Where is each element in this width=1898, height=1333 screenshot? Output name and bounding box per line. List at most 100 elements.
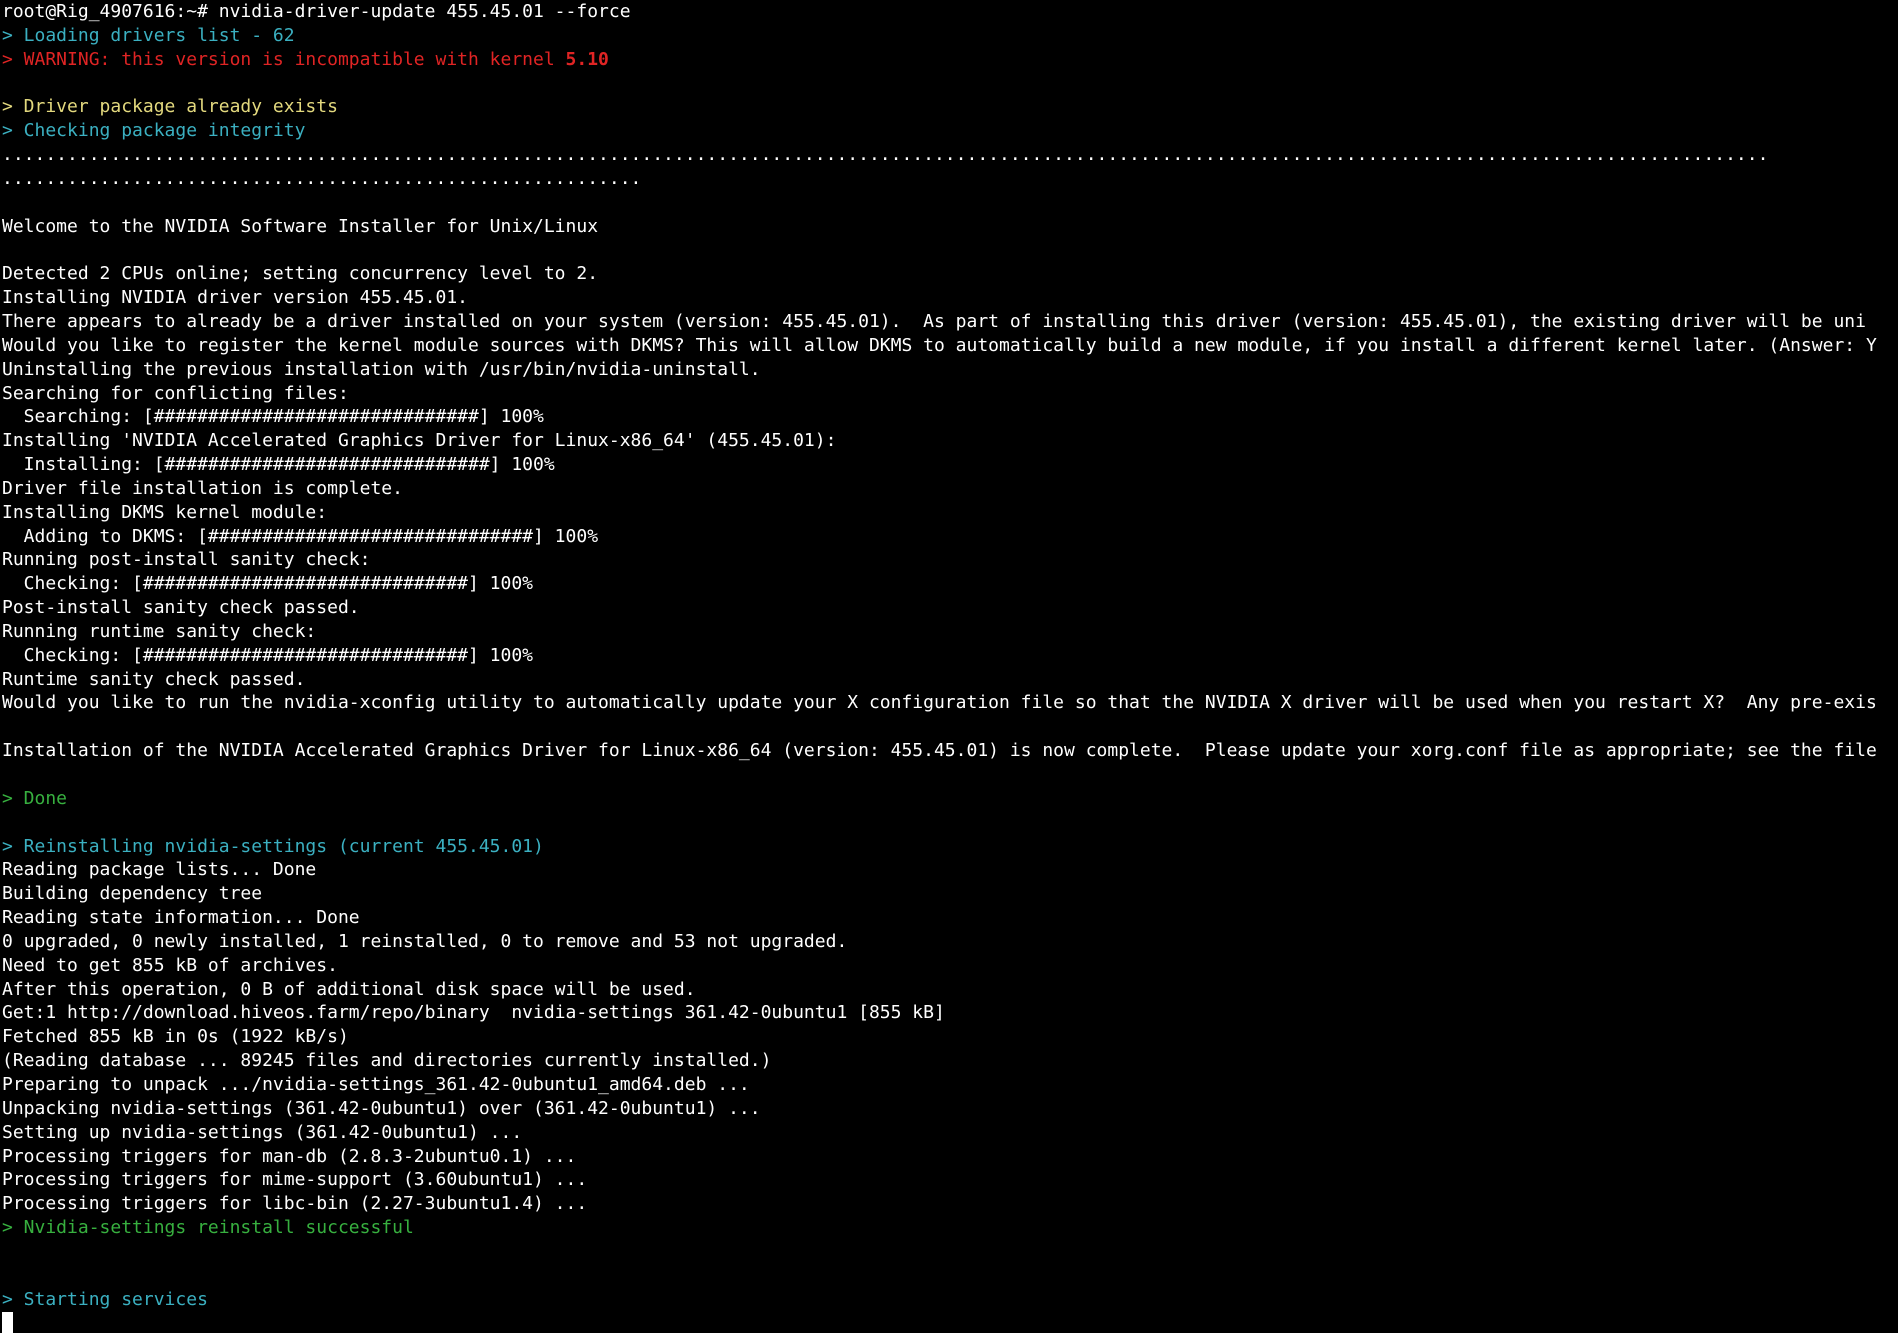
terminal-line: Adding to DKMS: [#######################… <box>2 525 1898 549</box>
terminal-text: ........................................… <box>2 167 642 189</box>
terminal-text: Reading package lists... Done <box>2 859 317 881</box>
terminal-text: 0 upgraded, 0 newly installed, 1 reinsta… <box>2 930 848 952</box>
terminal-text: Driver file installation is complete. <box>2 477 403 499</box>
terminal-line: ........................................… <box>2 167 1898 191</box>
terminal-text: Checking: [#############################… <box>2 573 534 595</box>
terminal-text: Installing 'NVIDIA Accelerated Graphics … <box>2 430 837 452</box>
terminal-text: Would you like to register the kernel mo… <box>2 334 1877 356</box>
terminal-prompt-line[interactable] <box>2 1311 1898 1333</box>
terminal-line: Get:1 http://download.hiveos.farm/repo/b… <box>2 1001 1898 1025</box>
terminal-text: > Reinstalling nvidia-settings (current … <box>2 835 544 857</box>
terminal-text: Processing triggers for man-db (2.8.3-2u… <box>2 1145 577 1167</box>
terminal-text: root@Rig_4907616:~# nvidia-driver-update… <box>2 1 631 22</box>
terminal-text: Post-install sanity check passed. <box>2 597 360 619</box>
terminal-text: Detected 2 CPUs online; setting concurre… <box>2 263 599 285</box>
terminal-text: 5.10 <box>565 48 609 70</box>
terminal-output: root@Rig_4907616:~# nvidia-driver-update… <box>2 0 1898 1311</box>
terminal-line: Reading package lists... Done <box>2 858 1898 882</box>
terminal-line: > Starting services <box>2 1288 1898 1312</box>
terminal-line: Would you like to register the kernel mo… <box>2 334 1898 358</box>
terminal-text: Unpacking nvidia-settings (361.42-0ubunt… <box>2 1097 761 1119</box>
terminal-line: Searching: [############################… <box>2 405 1898 429</box>
terminal-line: Preparing to unpack .../nvidia-settings_… <box>2 1073 1898 1097</box>
terminal-line: Checking: [#############################… <box>2 644 1898 668</box>
terminal-text: Building dependency tree <box>2 883 263 905</box>
terminal-text: (Reading database ... 89245 files and di… <box>2 1050 772 1072</box>
terminal-text: Searching: [############################… <box>2 406 544 428</box>
terminal-text: > WARNING: this version is incompatible … <box>2 48 566 70</box>
terminal-text: Checking: [#############################… <box>2 644 534 666</box>
terminal-text: > Checking package integrity <box>2 120 306 142</box>
terminal-line: Installing 'NVIDIA Accelerated Graphics … <box>2 429 1898 453</box>
terminal-line: Unpacking nvidia-settings (361.42-0ubunt… <box>2 1097 1898 1121</box>
terminal-text: Would you like to run the nvidia-xconfig… <box>2 692 1877 714</box>
terminal-line: > Nvidia-settings reinstall successful <box>2 1216 1898 1240</box>
terminal-text: > Starting services <box>2 1288 208 1310</box>
terminal-text: Get:1 http://download.hiveos.farm/repo/b… <box>2 1002 945 1024</box>
terminal-text: Processing triggers for libc-bin (2.27-3… <box>2 1193 588 1215</box>
terminal-text: Welcome to the NVIDIA Software Installer… <box>2 215 599 237</box>
terminal-text: Reading state information... Done <box>2 907 360 929</box>
terminal-text: Runtime sanity check passed. <box>2 668 306 690</box>
terminal-text: Running post-install sanity check: <box>2 549 371 571</box>
terminal-text: > Nvidia-settings reinstall successful <box>2 1217 414 1239</box>
terminal-line: After this operation, 0 B of additional … <box>2 978 1898 1002</box>
terminal-line: Installing: [###########################… <box>2 453 1898 477</box>
terminal-line: Installation of the NVIDIA Accelerated G… <box>2 739 1898 763</box>
terminal-line: Uninstalling the previous installation w… <box>2 358 1898 382</box>
terminal-line: Setting up nvidia-settings (361.42-0ubun… <box>2 1121 1898 1145</box>
terminal-text: Preparing to unpack .../nvidia-settings_… <box>2 1073 750 1095</box>
terminal-text: Need to get 855 kB of archives. <box>2 954 338 976</box>
terminal-line: (Reading database ... 89245 files and di… <box>2 1049 1898 1073</box>
terminal-line: Driver file installation is complete. <box>2 477 1898 501</box>
terminal-text: Adding to DKMS: [#######################… <box>2 525 599 547</box>
terminal-line: Processing triggers for libc-bin (2.27-3… <box>2 1192 1898 1216</box>
terminal-text: > Driver package already exists <box>2 96 338 118</box>
terminal-line: Reading state information... Done <box>2 906 1898 930</box>
terminal-text: Installation of the NVIDIA Accelerated G… <box>2 740 1877 762</box>
terminal-text: ........................................… <box>2 144 1769 166</box>
terminal-text: Setting up nvidia-settings (361.42-0ubun… <box>2 1121 523 1143</box>
terminal-line: Post-install sanity check passed. <box>2 596 1898 620</box>
terminal-line: Installing NVIDIA driver version 455.45.… <box>2 286 1898 310</box>
terminal-line: Running runtime sanity check: <box>2 620 1898 644</box>
terminal-text: Installing: [###########################… <box>2 454 555 476</box>
terminal-text: Uninstalling the previous installation w… <box>2 358 761 380</box>
terminal-line: Running post-install sanity check: <box>2 548 1898 572</box>
terminal-text: After this operation, 0 B of additional … <box>2 978 696 1000</box>
terminal-line: Fetched 855 kB in 0s (1922 kB/s) <box>2 1025 1898 1049</box>
terminal-text: There appears to already be a driver ins… <box>2 310 1866 332</box>
terminal-window[interactable]: root@Rig_4907616:~# nvidia-driver-update… <box>2 0 1898 1333</box>
terminal-line: > Done <box>2 787 1898 811</box>
terminal-text: > Loading drivers list - 62 <box>2 24 295 46</box>
terminal-line: > WARNING: this version is incompatible … <box>2 48 1898 72</box>
terminal-line: Processing triggers for man-db (2.8.3-2u… <box>2 1145 1898 1169</box>
terminal-line: Processing triggers for mime-support (3.… <box>2 1168 1898 1192</box>
text-cursor <box>2 1312 13 1333</box>
terminal-text: Installing DKMS kernel module: <box>2 501 328 523</box>
terminal-line: > Checking package integrity <box>2 119 1898 143</box>
terminal-line: root@Rig_4907616:~# nvidia-driver-update… <box>2 0 1898 24</box>
terminal-line: Building dependency tree <box>2 882 1898 906</box>
terminal-line: Checking: [#############################… <box>2 572 1898 596</box>
terminal-line: Searching for conflicting files: <box>2 382 1898 406</box>
terminal-text: Running runtime sanity check: <box>2 620 317 642</box>
terminal-line: > Driver package already exists <box>2 95 1898 119</box>
terminal-line: > Reinstalling nvidia-settings (current … <box>2 835 1898 859</box>
terminal-line: ........................................… <box>2 143 1898 167</box>
terminal-text: Processing triggers for mime-support (3.… <box>2 1169 588 1191</box>
terminal-text: > Done <box>2 787 68 809</box>
terminal-line: > Loading drivers list - 62 <box>2 24 1898 48</box>
terminal-line: There appears to already be a driver ins… <box>2 310 1898 334</box>
terminal-line: Installing DKMS kernel module: <box>2 501 1898 525</box>
terminal-text: Fetched 855 kB in 0s (1922 kB/s) <box>2 1026 349 1048</box>
terminal-text: Searching for conflicting files: <box>2 382 349 404</box>
